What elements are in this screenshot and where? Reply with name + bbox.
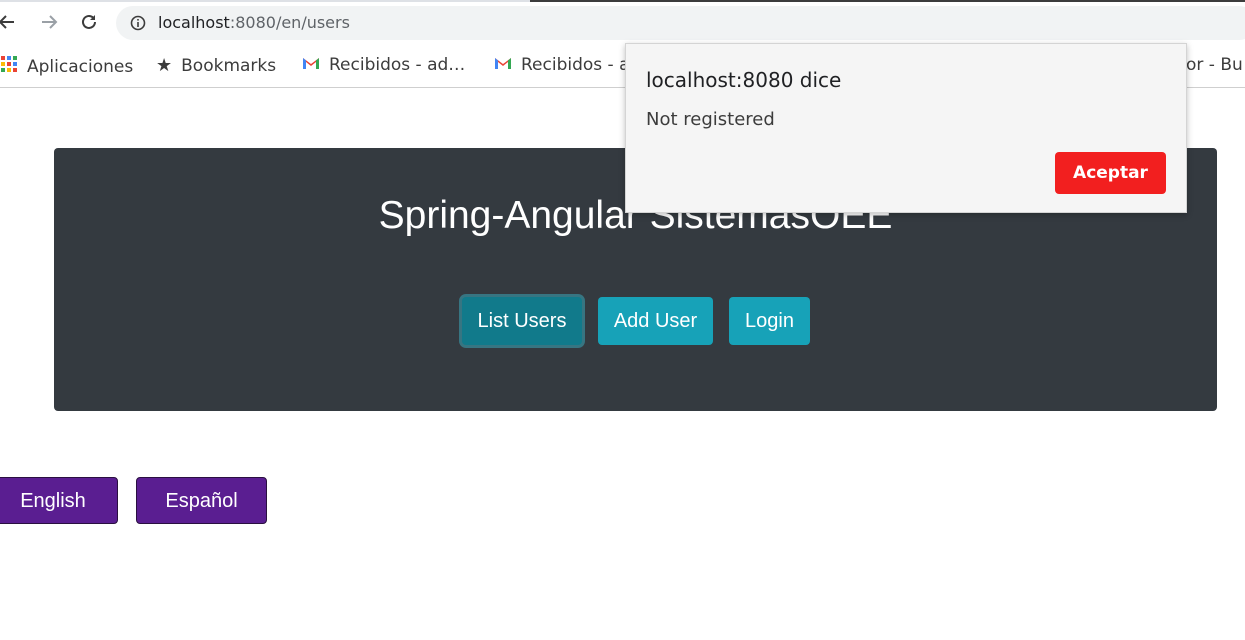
browser-toolbar: localhost:8080/en/users xyxy=(0,0,1245,44)
alert-dialog: localhost:8080 dice Not registered Acept… xyxy=(625,43,1187,213)
url-host: localhost xyxy=(158,13,230,32)
bookmark-label: Recibidos - ad… xyxy=(329,55,466,75)
tab-strip xyxy=(530,0,1245,2)
star-icon: ★ xyxy=(156,55,173,76)
back-icon[interactable] xyxy=(0,9,20,35)
bookmark-label: Recibidos - a xyxy=(521,55,630,75)
accept-button[interactable]: Aceptar xyxy=(1055,152,1166,194)
bookmark-recibidos-1[interactable]: Recibidos - ad… xyxy=(302,55,465,75)
url-text: localhost:8080/en/users xyxy=(158,13,350,32)
add-user-button[interactable]: Add User xyxy=(598,297,713,345)
bookmark-label: Aplicaciones xyxy=(27,56,134,77)
login-button[interactable]: Login xyxy=(729,297,810,345)
english-button[interactable]: English xyxy=(0,477,118,524)
dialog-message: Not registered xyxy=(646,109,775,130)
address-bar[interactable]: localhost:8080/en/users xyxy=(116,6,1245,40)
url-path: :8080/en/users xyxy=(229,13,350,32)
forward-icon[interactable] xyxy=(36,9,62,35)
bookmark-apps[interactable]: Aplicaciones xyxy=(0,55,133,78)
active-tab-edge xyxy=(0,0,530,2)
info-icon[interactable] xyxy=(130,15,146,35)
gmail-icon xyxy=(302,55,320,75)
bookmark-bookmarks[interactable]: ★ Bookmarks xyxy=(156,55,276,76)
list-users-button[interactable]: List Users xyxy=(462,297,582,345)
gmail-icon xyxy=(494,55,512,75)
espanol-button[interactable]: Español xyxy=(136,477,267,524)
bookmark-recibidos-2[interactable]: Recibidos - a xyxy=(494,55,630,75)
apps-grid-icon xyxy=(0,55,18,78)
reload-icon[interactable] xyxy=(76,9,102,35)
dialog-title: localhost:8080 dice xyxy=(646,68,842,92)
bookmark-label: Bookmarks xyxy=(181,55,277,76)
